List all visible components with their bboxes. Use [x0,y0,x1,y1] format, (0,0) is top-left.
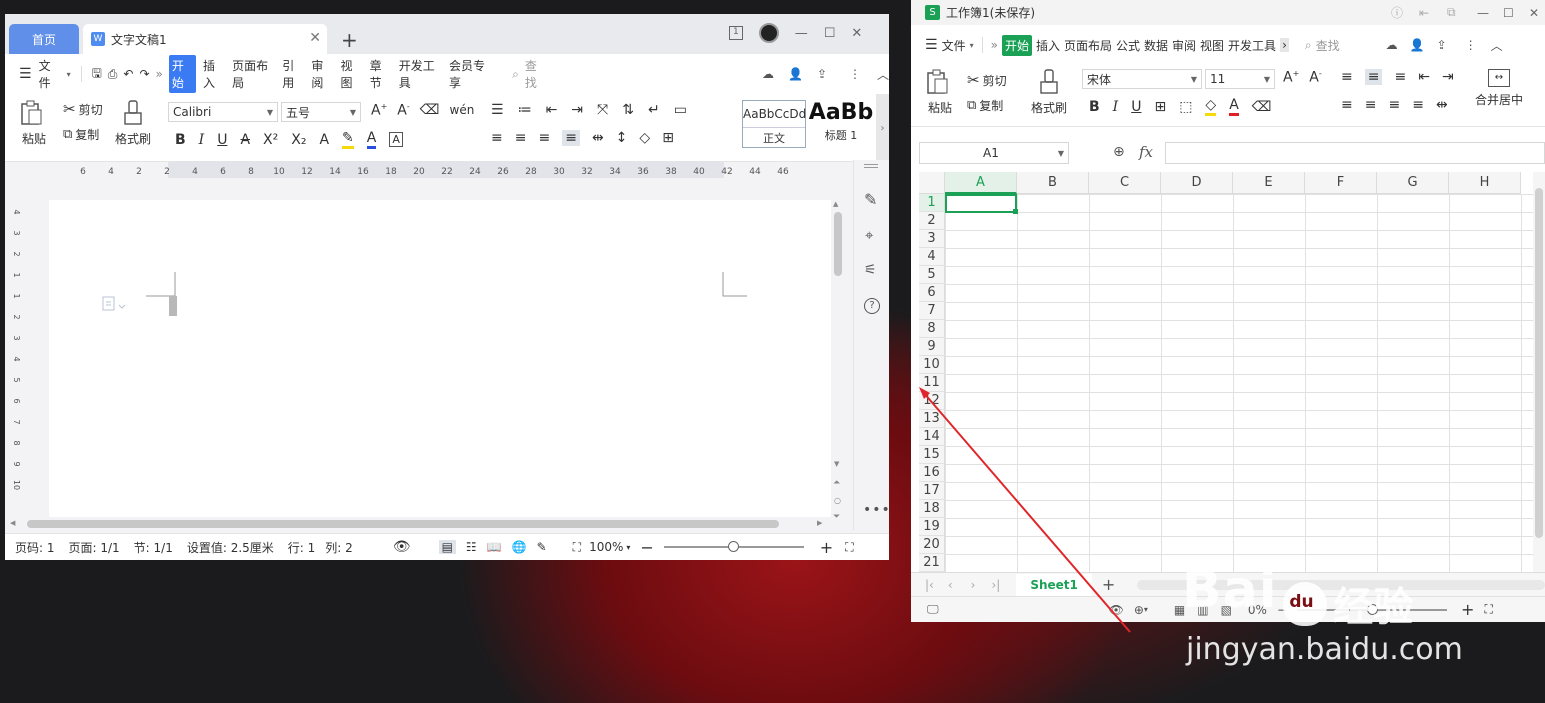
watermark-paw-text: du [1289,591,1314,612]
paw-icon: du [1283,581,1328,626]
watermark-jingyan: 经验 [1333,584,1414,631]
watermark-url: jingyan.baidu.com [1186,632,1463,667]
watermark-brand: Bai [1182,560,1278,620]
baidu-watermark: Bai du 经验 [1182,560,1413,633]
